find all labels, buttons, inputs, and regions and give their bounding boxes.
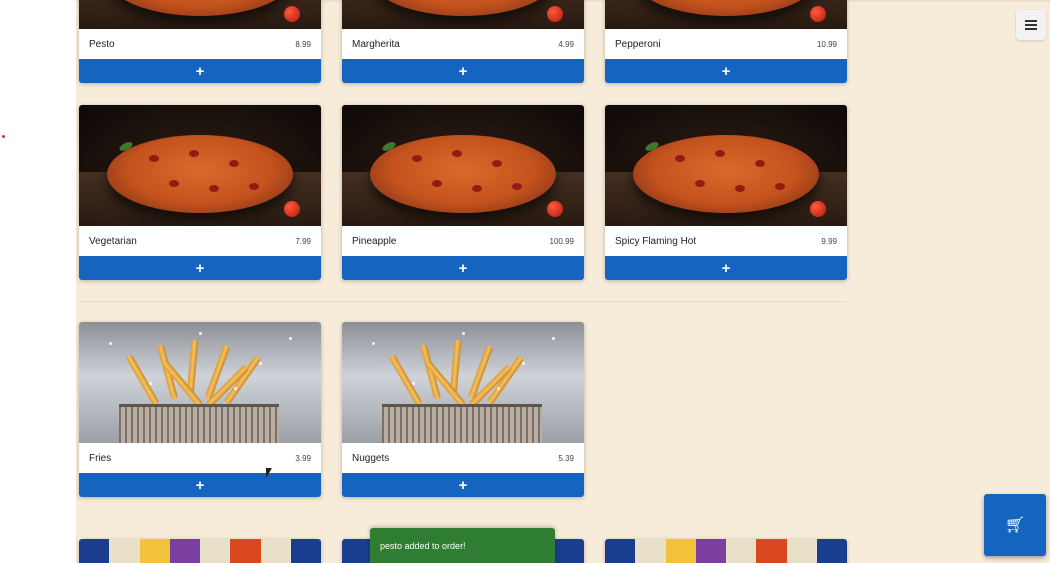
- item-name: Pesto: [89, 38, 115, 50]
- left-margin: [0, 0, 76, 563]
- menu-item-card: Vegetarian 7.99 +: [79, 105, 321, 280]
- item-price: 10.99: [816, 39, 837, 49]
- item-price: 100.99: [549, 236, 574, 246]
- item-price: 9.99: [821, 236, 837, 246]
- item-name: Pineapple: [352, 235, 397, 247]
- pizza-image: [79, 105, 321, 226]
- menu-item-card: Nuggets 5.39 +: [342, 322, 584, 497]
- menu-item-card: [605, 539, 847, 563]
- hamburger-menu-icon: [1025, 20, 1037, 30]
- item-price: 5.39: [558, 453, 574, 463]
- item-price: 8.99: [295, 39, 311, 49]
- item-price: 4.99: [558, 39, 574, 49]
- menu-item-card: Spicy Flaming Hot 9.99 +: [605, 105, 847, 280]
- item-name: Pepperoni: [615, 38, 661, 50]
- item-name: Nuggets: [352, 452, 390, 464]
- add-to-order-button[interactable]: +: [79, 473, 321, 497]
- soda-cans-image: [79, 539, 321, 563]
- soda-cans-image: [605, 539, 847, 563]
- item-name: Margherita: [352, 38, 400, 50]
- menu-item-card: Pineapple 100.99 +: [342, 105, 584, 280]
- menu-item-card: Pepperoni 10.99 +: [605, 0, 847, 83]
- section-divider: [79, 301, 847, 302]
- add-to-order-button[interactable]: +: [342, 256, 584, 280]
- nuggets-image: [342, 322, 584, 443]
- menu-item-card: Fries 3.99 +: [79, 322, 321, 497]
- add-to-order-button[interactable]: +: [605, 59, 847, 83]
- hamburger-menu-button[interactable]: [1016, 10, 1046, 40]
- red-dot-marker: [2, 135, 5, 138]
- pizza-image: [79, 0, 321, 29]
- menu-item-card: Margherita 4.99 +: [342, 0, 584, 83]
- cart-button[interactable]: 🛒︎: [984, 494, 1046, 556]
- item-name: Spicy Flaming Hot: [615, 235, 697, 247]
- pizza-image: [605, 105, 847, 226]
- add-to-order-button[interactable]: +: [79, 59, 321, 83]
- item-name: Vegetarian: [89, 235, 137, 247]
- item-price: 7.99: [295, 236, 311, 246]
- toast-message: pesto added to order!: [380, 540, 466, 551]
- pizza-image: [605, 0, 847, 29]
- mouse-cursor: [266, 468, 272, 478]
- add-to-order-button[interactable]: +: [342, 473, 584, 497]
- item-price: 3.99: [295, 453, 311, 463]
- pizza-image: [342, 105, 584, 226]
- fries-image: [79, 322, 321, 443]
- item-name: Fries: [89, 452, 112, 464]
- add-to-order-button[interactable]: +: [605, 256, 847, 280]
- add-to-order-button[interactable]: +: [79, 256, 321, 280]
- pizza-image: [342, 0, 584, 29]
- add-to-order-button[interactable]: +: [342, 59, 584, 83]
- shopping-cart-icon: 🛒︎: [1004, 517, 1026, 534]
- toast-notification: pesto added to order!: [370, 528, 555, 563]
- menu-page: Pesto 8.99 + Margherita 4.99 + Pepperoni…: [76, 0, 1050, 563]
- menu-item-card: [79, 539, 321, 563]
- menu-item-card: Pesto 8.99 +: [79, 0, 321, 83]
